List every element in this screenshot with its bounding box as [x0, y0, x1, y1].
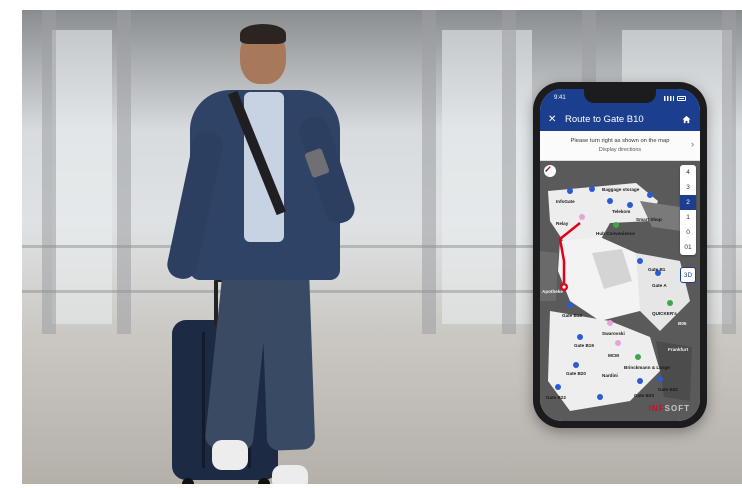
phone-mockup: 9:41 ✕ Route to Gate B10 Please turn rig… [533, 82, 707, 428]
poi-icon[interactable] [613, 222, 619, 228]
map-label: Gate B20 [566, 371, 586, 376]
poi-icon[interactable] [667, 300, 673, 306]
map-label: Gate B1 [648, 267, 666, 272]
window-column [422, 10, 436, 344]
direction-instruction: Please turn right as shown on the map [570, 138, 670, 144]
brand-suffix: SOFT [664, 404, 690, 413]
map-label: Brinckmann & Lange [624, 365, 670, 370]
map-label: Gate B19 [574, 343, 594, 348]
view-3d-button[interactable]: 3D [680, 267, 696, 283]
floor-button[interactable]: 3 [680, 180, 696, 195]
poi-icon[interactable] [597, 394, 603, 400]
poi-icon[interactable] [647, 192, 653, 198]
map-label: Swarovski [602, 331, 625, 336]
poi-icon[interactable] [627, 202, 633, 208]
phone-screen: 9:41 ✕ Route to Gate B10 Please turn rig… [540, 89, 700, 421]
map-label: Gate B22 [546, 395, 566, 400]
poi-icon[interactable] [567, 188, 573, 194]
map-label: Hub Convenience [596, 231, 635, 236]
map-label: Gate B13 [562, 313, 582, 318]
floor-button[interactable]: 1 [680, 210, 696, 225]
map-label: Frankfurt [668, 347, 689, 352]
wheel [182, 478, 194, 484]
map-label: Baggage storage [602, 187, 640, 192]
display-directions-link[interactable]: Display directions [599, 147, 641, 153]
leg [260, 259, 316, 451]
floor-selector: 4 3 2 1 0 01 [680, 165, 696, 255]
map-label: InfoGate [556, 199, 575, 204]
map-label: MCM [608, 353, 619, 358]
floor-button-active[interactable]: 2 [680, 195, 696, 210]
app-bar: ✕ Route to Gate B10 [540, 107, 700, 131]
poi-icon[interactable] [579, 214, 585, 220]
poi-icon[interactable] [589, 186, 595, 192]
compass-icon[interactable] [544, 165, 556, 177]
suitcase-rib [202, 332, 205, 468]
poi-icon[interactable] [657, 376, 663, 382]
window-pane [52, 30, 112, 324]
map-label: Gate A [652, 283, 667, 288]
traveler [132, 20, 392, 484]
floor-button[interactable]: 01 [680, 240, 696, 255]
map-label: Smart Shop [636, 217, 662, 222]
shoe [212, 440, 248, 470]
map-label: Telekom [612, 209, 631, 214]
poi-icon[interactable] [637, 258, 643, 264]
hall-area [636, 253, 690, 331]
close-icon[interactable]: ✕ [548, 114, 560, 125]
poi-icon[interactable] [607, 198, 613, 204]
map-label: Nardini [602, 373, 618, 378]
map-label: Apotheke [542, 289, 563, 294]
window-pane [442, 30, 532, 324]
floor-button[interactable]: 0 [680, 225, 696, 240]
window-column [42, 10, 56, 344]
floor-button[interactable]: 4 [680, 165, 696, 180]
poi-icon[interactable] [555, 384, 561, 390]
poi-icon[interactable] [637, 378, 643, 384]
status-icons [664, 95, 686, 101]
map-label: Gate B32 [658, 387, 678, 392]
window-column [722, 10, 736, 344]
map-label: Gate B33 [634, 393, 654, 398]
map-label: QUICKER's [652, 311, 677, 316]
poi-icon[interactable] [607, 320, 613, 326]
direction-card[interactable]: Please turn right as shown on the map Di… [540, 131, 700, 161]
home-icon[interactable] [680, 113, 692, 125]
brand-prefix: INF [648, 404, 665, 413]
chevron-right-icon[interactable]: › [691, 139, 694, 149]
hair [240, 24, 286, 44]
poi-icon[interactable] [573, 362, 579, 368]
signal-icon [664, 95, 674, 101]
poi-icon[interactable] [615, 340, 621, 346]
map-label: Relay [556, 221, 569, 226]
page-title: Route to Gate B10 [565, 113, 644, 125]
shoe [272, 465, 308, 484]
wheel [258, 478, 270, 484]
brand-logo: INFSOFT [649, 404, 690, 413]
phone-notch [584, 89, 656, 103]
poi-icon[interactable] [577, 334, 583, 340]
poi-icon[interactable] [635, 354, 641, 360]
indoor-map[interactable]: Baggage storage InfoGate Telekom Relay S… [540, 161, 700, 421]
map-label: B05 [678, 321, 687, 326]
battery-icon [677, 95, 686, 101]
poi-icon[interactable] [567, 302, 573, 308]
window-column [502, 10, 516, 344]
window-column [117, 10, 131, 344]
status-time: 9:41 [554, 95, 566, 101]
